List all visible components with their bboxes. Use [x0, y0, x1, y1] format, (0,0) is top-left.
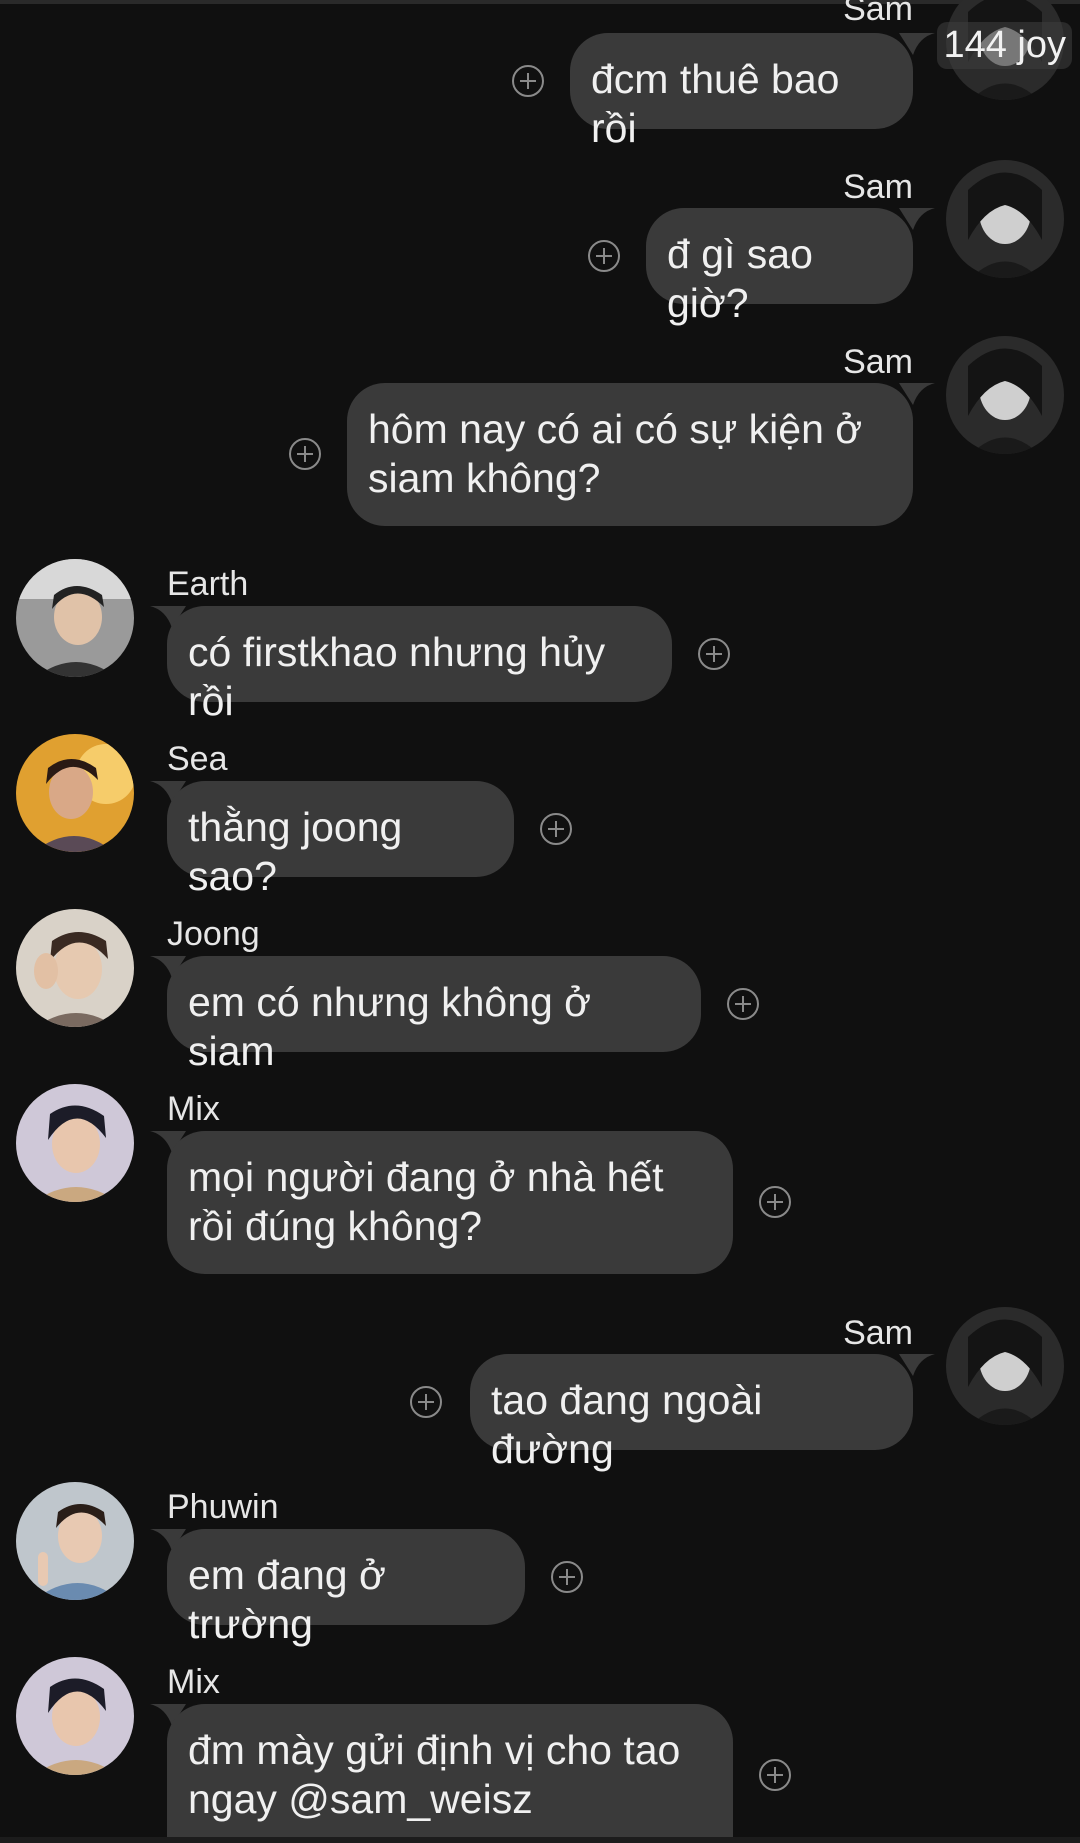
bubble-tail: [899, 1354, 935, 1376]
add-reaction-icon[interactable]: [288, 437, 322, 471]
message-text: em đang ở trường: [188, 1552, 386, 1647]
message-text: em có nhưng không ở siam: [188, 979, 592, 1074]
sender-name: Sam: [843, 168, 913, 206]
message-text: có firstkhao nhưng hủy rồi: [188, 629, 606, 724]
add-reaction-icon[interactable]: [409, 1385, 443, 1419]
avatar[interactable]: [946, 336, 1064, 454]
message-bubble[interactable]: đ gì sao giờ?: [646, 208, 913, 326]
avatar[interactable]: [16, 1084, 134, 1202]
bubble-tail: [899, 383, 935, 405]
avatar[interactable]: [16, 909, 134, 1027]
avatar[interactable]: [946, 160, 1064, 278]
message-bubble[interactable]: có firstkhao nhưng hủy rồi: [167, 606, 672, 724]
add-reaction-icon[interactable]: [758, 1758, 792, 1792]
message-text: đcm thuê bao rồi: [591, 56, 840, 151]
message-text: mọi người đang ở nhà hết rồi đúng không?: [188, 1154, 664, 1249]
avatar[interactable]: [16, 1657, 134, 1775]
message-text: tao đang ngoài đường: [491, 1377, 763, 1472]
message-bubble[interactable]: mọi người đang ở nhà hết rồi đúng không?: [167, 1131, 733, 1274]
sender-name: Sam: [843, 1314, 913, 1352]
add-reaction-icon[interactable]: [550, 1560, 584, 1594]
bubble-tail: [899, 208, 935, 230]
add-reaction-icon[interactable]: [511, 64, 545, 98]
corner-badge: 144 joy: [937, 22, 1072, 69]
message-bubble[interactable]: đm mày gửi định vị cho tao ngay @sam_wei…: [167, 1704, 733, 1843]
add-reaction-icon[interactable]: [587, 239, 621, 273]
bubble-tail: [899, 33, 935, 55]
avatar[interactable]: [16, 734, 134, 852]
bottom-edge: [0, 1837, 1080, 1843]
sender-name: Sam: [843, 0, 913, 28]
message-bubble[interactable]: thằng joong sao?: [167, 781, 514, 899]
message-text: đm mày gửi định vị cho tao ngay @sam_wei…: [188, 1727, 681, 1822]
message-text: thằng joong sao?: [188, 804, 403, 899]
add-reaction-icon[interactable]: [539, 812, 573, 846]
message-bubble[interactable]: đcm thuê bao rồi: [570, 33, 913, 151]
message-bubble[interactable]: hôm nay có ai có sự kiện ở siam không?: [347, 383, 913, 526]
add-reaction-icon[interactable]: [697, 637, 731, 671]
message-bubble[interactable]: em có nhưng không ở siam: [167, 956, 701, 1074]
sender-name: Sam: [843, 343, 913, 381]
sender-name: Joong: [167, 915, 260, 953]
message-bubble[interactable]: em đang ở trường: [167, 1529, 525, 1647]
top-edge: [0, 0, 1080, 4]
message-bubble[interactable]: tao đang ngoài đường: [470, 1354, 913, 1472]
sender-name: Earth: [167, 565, 249, 603]
add-reaction-icon[interactable]: [726, 987, 760, 1021]
avatar[interactable]: [16, 559, 134, 677]
sender-name: Sea: [167, 740, 228, 778]
message-text: đ gì sao giờ?: [667, 231, 813, 326]
sender-name: Phuwin: [167, 1488, 279, 1526]
sender-name: Mix: [167, 1090, 220, 1128]
message-text: hôm nay có ai có sự kiện ở siam không?: [368, 406, 863, 501]
sender-name: Mix: [167, 1663, 220, 1701]
avatar[interactable]: [946, 1307, 1064, 1425]
add-reaction-icon[interactable]: [758, 1185, 792, 1219]
avatar[interactable]: [16, 1482, 134, 1600]
